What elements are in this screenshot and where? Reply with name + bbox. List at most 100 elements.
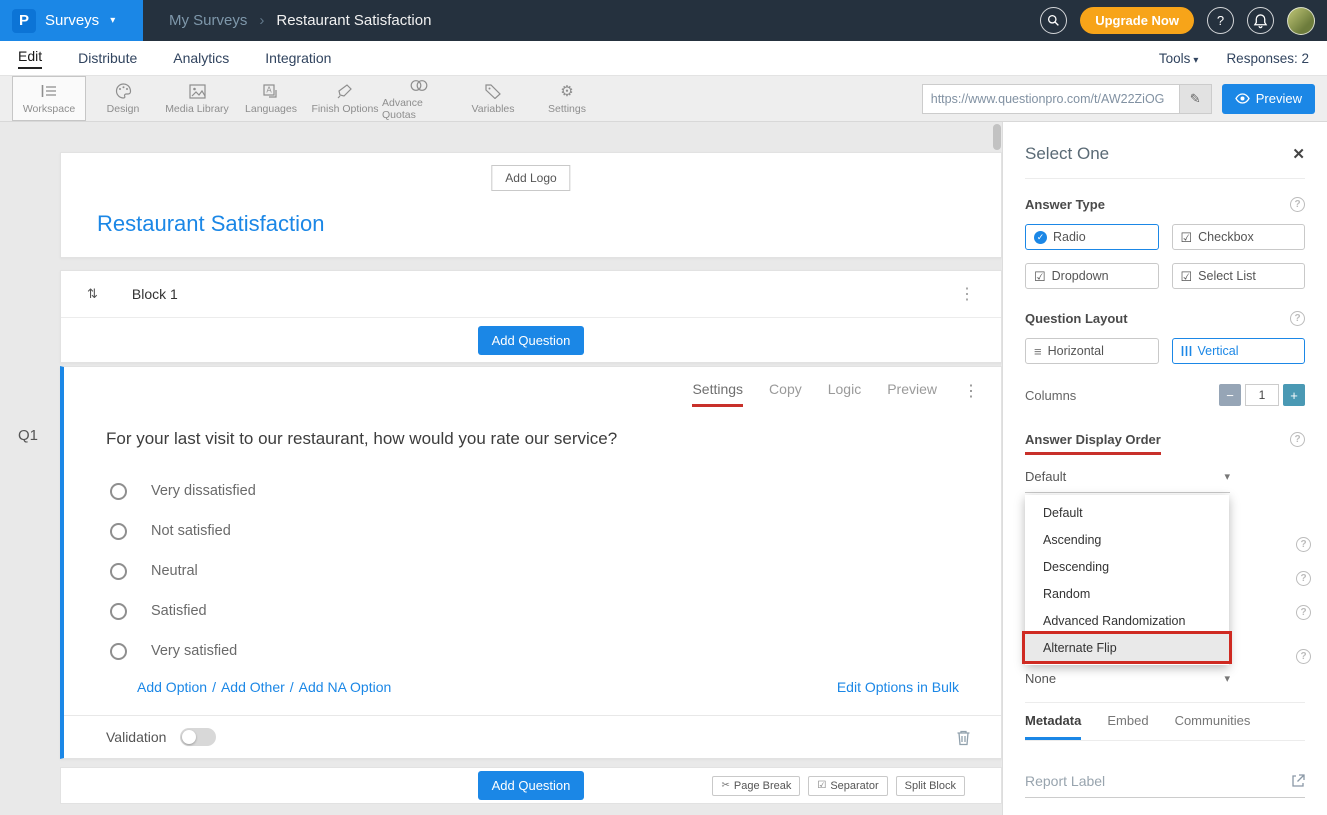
validation-toggle[interactable] — [180, 728, 216, 746]
columns-decrement-button[interactable]: − — [1219, 384, 1241, 406]
edit-options-in-bulk-link[interactable]: Edit Options in Bulk — [837, 679, 959, 695]
toolbar-item-media-library[interactable]: Media Library — [160, 76, 234, 121]
block-menu-icon[interactable]: ⋮ — [959, 284, 975, 304]
tab-metadata[interactable]: Metadata — [1025, 713, 1081, 740]
question-layout-label: Question Layout — [1025, 311, 1128, 326]
tools-menu[interactable]: Tools▾ — [1159, 51, 1199, 66]
menu-item-alternate-flip[interactable]: Alternate Flip — [1025, 634, 1229, 661]
toolbar-item-workspace[interactable]: Workspace — [12, 76, 86, 121]
preview-button[interactable]: Preview — [1222, 84, 1315, 114]
question-logic-tab[interactable]: Logic — [828, 381, 861, 397]
survey-toolbar: Workspace Design Media Library A Languag… — [0, 76, 1327, 122]
notifications-button[interactable] — [1247, 7, 1274, 34]
close-icon[interactable]: ✕ — [1292, 145, 1305, 163]
question-text[interactable]: For your last visit to our restaurant, h… — [106, 429, 1001, 449]
tab-analytics[interactable]: Analytics — [173, 50, 229, 66]
question-copy-tab[interactable]: Copy — [769, 381, 802, 397]
breadcrumb-my-surveys[interactable]: My Surveys — [169, 12, 247, 29]
split-block-button[interactable]: Split Block — [896, 776, 965, 796]
question-settings-panel: Select One ✕ Answer Type ? ✓ Radio ☑ Che… — [1002, 122, 1327, 815]
gear-icon: ⚙ — [560, 83, 573, 100]
question-preview-tab[interactable]: Preview — [887, 381, 937, 397]
search-button[interactable] — [1040, 7, 1067, 34]
help-button[interactable]: ? — [1207, 7, 1234, 34]
answer-display-order-select[interactable]: Default ▾ — [1025, 469, 1230, 493]
breadcrumb: My Surveys › Restaurant Satisfaction — [169, 12, 431, 29]
tab-communities[interactable]: Communities — [1175, 713, 1251, 740]
menu-item-default[interactable]: Default — [1025, 499, 1229, 526]
question-menu-icon[interactable]: ⋮ — [963, 381, 979, 401]
add-logo-button[interactable]: Add Logo — [491, 165, 570, 191]
toolbar-item-settings[interactable]: ⚙ Settings — [530, 76, 604, 121]
edit-url-button[interactable]: ✎ — [1180, 84, 1212, 114]
option-row: Satisfied — [64, 591, 1001, 631]
external-link-icon[interactable] — [1291, 774, 1305, 788]
toolbar-item-advance-quotas[interactable]: Advance Quotas — [382, 76, 456, 121]
questionpro-logo: P — [12, 9, 36, 33]
layout-vertical[interactable]: Vertical — [1172, 338, 1306, 364]
report-label-input[interactable] — [1025, 773, 1291, 789]
user-avatar[interactable] — [1287, 7, 1315, 35]
tab-distribute[interactable]: Distribute — [78, 50, 137, 66]
add-option-link[interactable]: Add Option — [137, 679, 207, 695]
tab-integration[interactable]: Integration — [265, 50, 331, 66]
answer-type-checkbox[interactable]: ☑ Checkbox — [1172, 224, 1306, 250]
add-question-button-bottom[interactable]: Add Question — [478, 771, 585, 800]
radio-button[interactable] — [110, 523, 127, 540]
menu-item-random[interactable]: Random — [1025, 580, 1229, 607]
columns-value-input[interactable] — [1245, 384, 1279, 406]
survey-url-input[interactable] — [922, 84, 1180, 114]
menu-item-ascending[interactable]: Ascending — [1025, 526, 1229, 553]
translate-icon: A — [263, 83, 279, 100]
upgrade-now-button[interactable]: Upgrade Now — [1080, 7, 1194, 34]
help-icon[interactable]: ? — [1296, 649, 1311, 664]
columns-increment-button[interactable]: + — [1283, 384, 1305, 406]
question-settings-tab[interactable]: Settings — [692, 381, 743, 407]
help-icon[interactable]: ? — [1290, 311, 1305, 326]
product-switcher[interactable]: P Surveys ▾ — [0, 0, 143, 41]
separator-button[interactable]: ☑Separator — [808, 776, 887, 796]
answer-type-radio[interactable]: ✓ Radio — [1025, 224, 1159, 250]
block-title[interactable]: Block 1 — [132, 286, 178, 302]
help-icon[interactable]: ? — [1296, 571, 1311, 586]
menu-item-advanced-randomization[interactable]: Advanced Randomization — [1025, 607, 1229, 634]
answer-type-dropdown[interactable]: ☑ Dropdown — [1025, 263, 1159, 289]
radio-button[interactable] — [110, 643, 127, 660]
tab-embed[interactable]: Embed — [1107, 713, 1148, 740]
question-layout-options: ≡ Horizontal Vertical — [1025, 338, 1305, 364]
chevron-down-icon: ▾ — [1224, 672, 1230, 685]
radio-button[interactable] — [110, 563, 127, 580]
help-icon[interactable]: ? — [1296, 537, 1311, 552]
radio-button[interactable] — [110, 603, 127, 620]
help-icon[interactable]: ? — [1290, 197, 1305, 212]
survey-title[interactable]: Restaurant Satisfaction — [97, 211, 324, 237]
validation-label: Validation — [106, 729, 166, 745]
tab-edit[interactable]: Edit — [18, 48, 42, 69]
delete-question-button[interactable] — [956, 729, 971, 746]
help-icon[interactable]: ? — [1296, 605, 1311, 620]
responses-count[interactable]: Responses: 2 — [1226, 51, 1309, 66]
help-icon[interactable]: ? — [1290, 432, 1305, 447]
add-na-option-link[interactable]: Add NA Option — [299, 679, 392, 695]
breadcrumb-current: Restaurant Satisfaction — [276, 12, 431, 29]
toolbar-item-languages[interactable]: A Languages — [234, 76, 308, 121]
menu-item-descending[interactable]: Descending — [1025, 553, 1229, 580]
layout-horizontal[interactable]: ≡ Horizontal — [1025, 338, 1159, 364]
add-other-link[interactable]: Add Other — [221, 679, 285, 695]
add-question-button[interactable]: Add Question — [478, 326, 585, 355]
toolbar-item-variables[interactable]: Variables — [456, 76, 530, 121]
page-break-button[interactable]: ✂Page Break — [712, 776, 800, 796]
question-number-label: Q1 — [18, 427, 38, 444]
topbar: P Surveys ▾ My Surveys › Restaurant Sati… — [0, 0, 1327, 41]
collapse-block-icon[interactable]: ⇅ — [87, 286, 98, 302]
toolbar-item-design[interactable]: Design — [86, 76, 160, 121]
answer-type-select-list[interactable]: ☑ Select List — [1172, 263, 1306, 289]
divider — [1025, 702, 1305, 703]
none-select[interactable]: None ▾ — [1025, 671, 1230, 686]
svg-text:A: A — [266, 85, 272, 94]
canvas-scrollbar[interactable] — [993, 124, 1001, 150]
toolbar-item-finish-options[interactable]: Finish Options — [308, 76, 382, 121]
topbar-actions: Upgrade Now ? — [1040, 7, 1327, 35]
radio-button[interactable] — [110, 483, 127, 500]
question-actions: Settings Copy Logic Preview ⋮ — [64, 367, 1001, 407]
